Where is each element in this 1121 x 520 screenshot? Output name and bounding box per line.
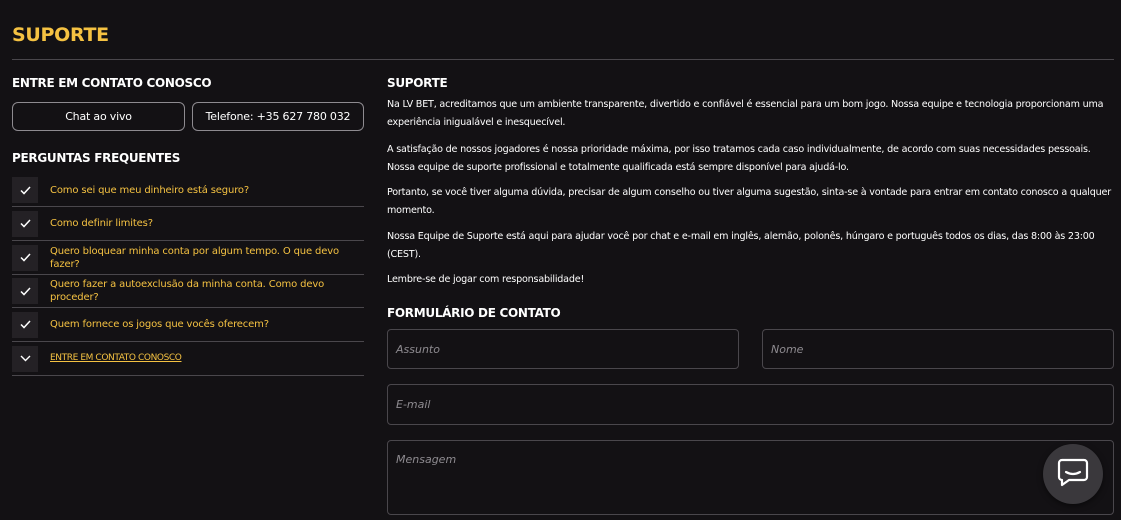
- faq-question: Quero bloquear minha conta por algum tem…: [50, 245, 339, 270]
- title-divider: [12, 59, 1114, 60]
- chevron-down-icon: [12, 345, 38, 372]
- check-icon: [12, 311, 38, 338]
- faq-item-limits[interactable]: Como definir limites?: [12, 207, 364, 241]
- chat-bubble-icon: [1057, 457, 1089, 491]
- support-paragraph: A satisfação de nossos jogadores é nossa…: [387, 144, 1091, 173]
- faq-item-money-safe[interactable]: Como sei que meu dinheiro está seguro?: [12, 174, 364, 207]
- message-textarea[interactable]: Mensagem: [387, 440, 1114, 515]
- email-input[interactable]: E-mail: [387, 384, 1114, 425]
- faq-contact-link[interactable]: ENTRE EM CONTATO CONOSCO: [50, 352, 202, 365]
- faq-item-block-account[interactable]: Quero bloquear minha conta por algum tem…: [12, 241, 364, 275]
- faq-item-game-providers[interactable]: Quem fornece os jogos que vocês oferecem…: [12, 308, 364, 342]
- contact-form-heading: FORMULÁRIO DE CONTATO: [387, 306, 561, 320]
- live-chat-button[interactable]: Chat ao vivo: [12, 102, 185, 131]
- check-icon: [12, 210, 38, 237]
- faq-item-self-exclusion[interactable]: Quero fazer a autoexclusão da minha cont…: [12, 275, 364, 308]
- chat-widget-button[interactable]: [1043, 444, 1103, 504]
- support-paragraph: Na LV BET, acreditamos que um ambiente t…: [387, 99, 1104, 128]
- faq-list: Como sei que meu dinheiro está seguro? C…: [12, 174, 364, 376]
- subject-input[interactable]: Assunto: [387, 329, 739, 369]
- support-paragraph: Lembre-se de jogar com responsabilidade!: [387, 274, 585, 285]
- check-icon: [12, 177, 38, 203]
- check-icon: [12, 244, 38, 271]
- contact-buttons: Chat ao vivo Telefone: +35 627 780 032: [12, 102, 364, 131]
- faq-question: Como sei que meu dinheiro está seguro?: [50, 184, 250, 196]
- faq-question: Quem fornece os jogos que vocês oferecem…: [50, 319, 269, 330]
- check-icon: [12, 278, 38, 304]
- support-paragraph: Nossa Equipe de Suporte está aqui para a…: [387, 231, 1095, 260]
- name-input[interactable]: Nome: [762, 329, 1114, 369]
- faq-question: Como definir limites?: [50, 218, 153, 229]
- phone-button[interactable]: Telefone: +35 627 780 032: [192, 102, 364, 131]
- page-title: SUPORTE: [12, 24, 109, 46]
- faq-item-contact-us[interactable]: ENTRE EM CONTATO CONOSCO: [12, 342, 364, 376]
- faq-question: Quero fazer a autoexclusão da minha cont…: [50, 279, 325, 303]
- support-heading: SUPORTE: [387, 76, 448, 90]
- contact-heading: ENTRE EM CONTATO CONOSCO: [12, 76, 212, 90]
- faq-heading: PERGUNTAS FREQUENTES: [12, 151, 181, 165]
- support-paragraph: Portanto, se você tiver alguma dúvida, p…: [387, 187, 1111, 216]
